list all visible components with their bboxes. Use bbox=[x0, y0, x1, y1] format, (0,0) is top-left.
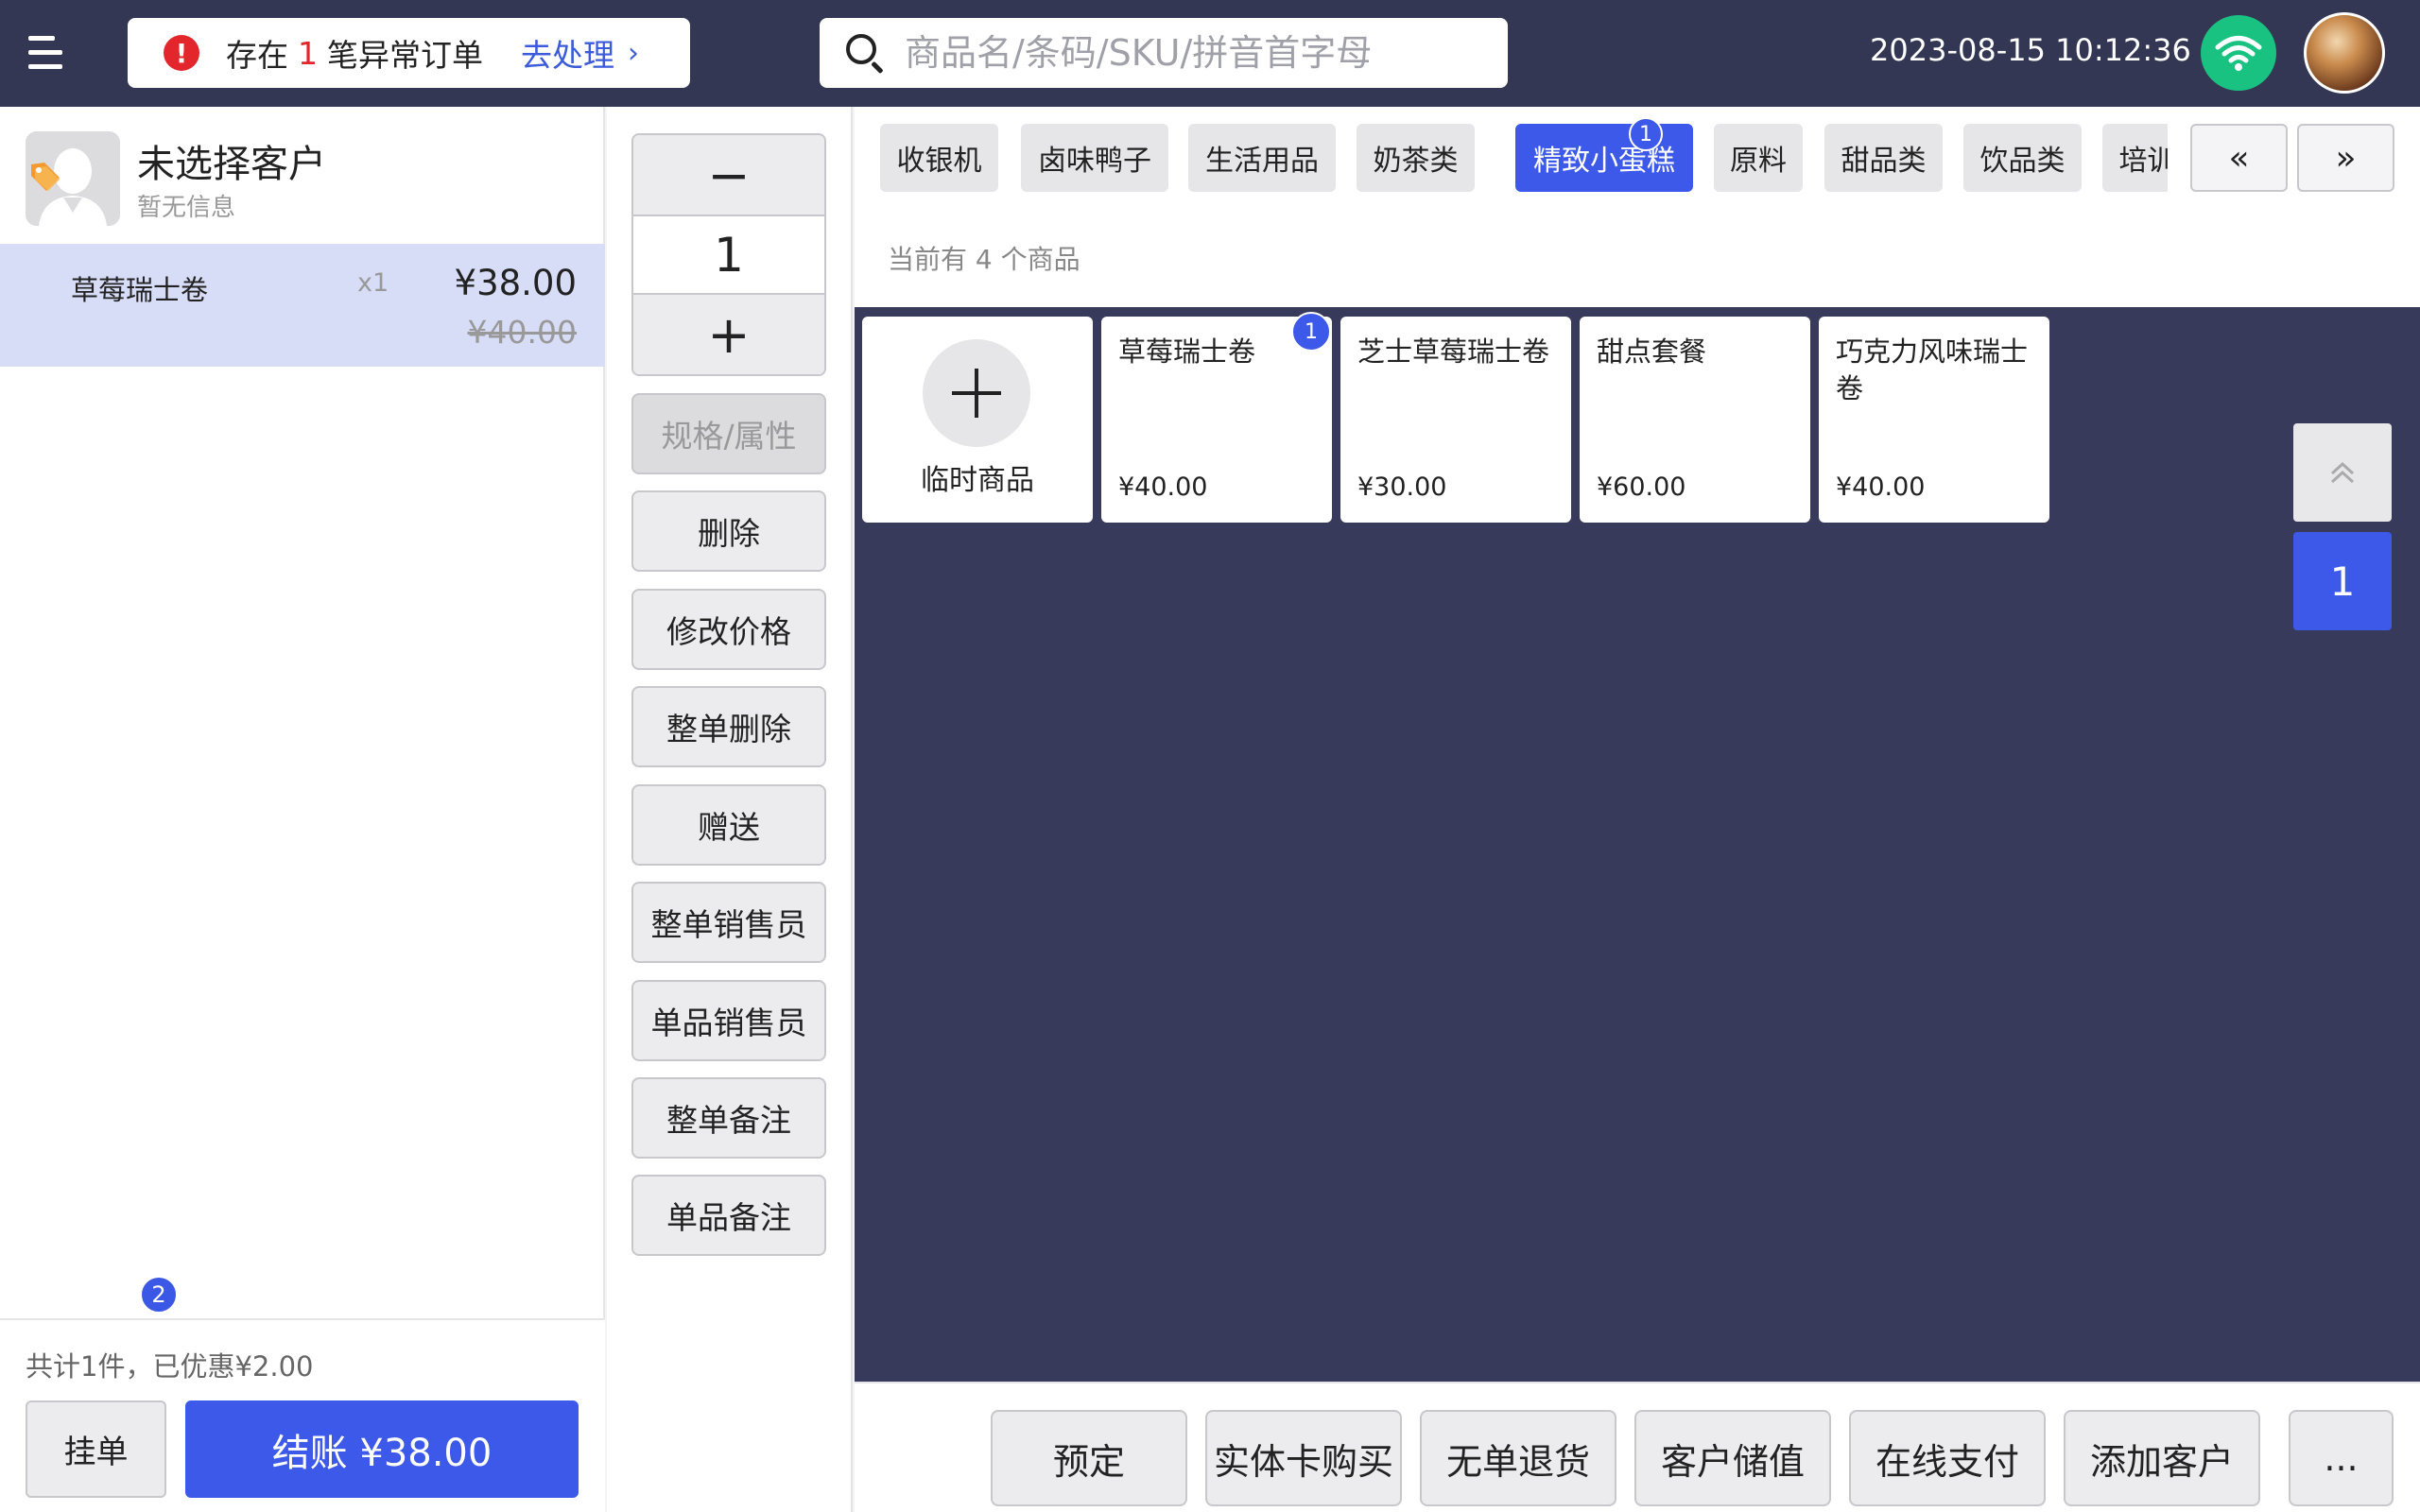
plus-icon bbox=[923, 339, 1030, 447]
hold-count-badge: 2 bbox=[140, 1276, 178, 1314]
spec-attribute-button[interactable]: 规格/属性 bbox=[631, 393, 826, 474]
handle-orders-label: 去处理 bbox=[521, 37, 614, 74]
product-card[interactable]: 甜点套餐 ¥60.00 bbox=[1580, 317, 1810, 523]
category-tab[interactable]: 培训类 bbox=[2102, 124, 2168, 192]
quantity-value: 1 bbox=[633, 215, 824, 295]
cart-panel: 未选择客户 暂无信息 草莓瑞士卷 x1 ¥38.00 ¥40.00 共计1件，已… bbox=[0, 107, 605, 1512]
category-next-button[interactable]: » bbox=[2297, 124, 2394, 192]
alert-count: 1 bbox=[298, 34, 318, 72]
checkout-button[interactable]: 结账 ¥38.00 bbox=[185, 1400, 579, 1498]
chevron-right-icon: › bbox=[628, 36, 639, 70]
reserve-button[interactable]: 预定 bbox=[991, 1410, 1187, 1506]
product-price: ¥40.00 bbox=[1118, 472, 1208, 502]
product-card[interactable]: 芝士草莓瑞士卷 ¥30.00 bbox=[1340, 317, 1571, 523]
product-name: 芝士草莓瑞士卷 bbox=[1357, 335, 1550, 368]
hold-order-button[interactable]: 挂单 bbox=[26, 1400, 166, 1498]
temporary-product-label: 临时商品 bbox=[921, 464, 1034, 497]
category-list: 收银机 卤味鸭子 生活用品 奶茶类 精致小蛋糕 原料 甜品类 饮品类 培训类 bbox=[875, 124, 2168, 194]
gift-button[interactable]: 赠送 bbox=[631, 784, 826, 866]
item-salesperson-button[interactable]: 单品销售员 bbox=[631, 980, 826, 1061]
category-tab[interactable]: 奶茶类 bbox=[1357, 124, 1475, 192]
product-card[interactable]: 巧克力风味瑞士卷 ¥40.00 bbox=[1819, 317, 2049, 523]
user-avatar[interactable] bbox=[2304, 12, 2385, 94]
customer-name: 未选择客户 bbox=[137, 143, 326, 186]
abnormal-order-alert: ! 存在 1 笔异常订单 去处理 › bbox=[128, 18, 690, 88]
temporary-product-card[interactable]: 临时商品 bbox=[862, 317, 1093, 523]
add-customer-button[interactable]: 添加客户 bbox=[2064, 1410, 2260, 1506]
double-chevron-up-icon bbox=[2330, 461, 2355, 484]
delete-order-button[interactable]: 整单删除 bbox=[631, 686, 826, 767]
cart-item[interactable]: 草莓瑞士卷 x1 ¥38.00 ¥40.00 bbox=[0, 244, 605, 367]
product-card[interactable]: 草莓瑞士卷 ¥40.00 bbox=[1101, 317, 1332, 523]
product-quantity-badge: 1 bbox=[1291, 312, 1331, 352]
menu-icon[interactable] bbox=[21, 28, 79, 76]
online-payment-button[interactable]: 在线支付 bbox=[1849, 1410, 2046, 1506]
product-name: 甜点套餐 bbox=[1597, 335, 1707, 368]
category-tab[interactable]: 甜品类 bbox=[1824, 124, 1943, 192]
customer-info: 暂无信息 bbox=[137, 194, 236, 222]
action-column: − 1 + 规格/属性 删除 修改价格 整单删除 赠送 整单销售员 单品销售员 … bbox=[607, 107, 853, 1512]
category-badge: 1 bbox=[1629, 117, 1663, 151]
cart-item-price: ¥38.00 bbox=[454, 263, 577, 303]
order-salesperson-button[interactable]: 整单销售员 bbox=[631, 882, 826, 963]
discount-tag-icon bbox=[27, 159, 63, 195]
category-tab[interactable]: 生活用品 bbox=[1188, 124, 1336, 192]
decrease-button[interactable]: − bbox=[633, 135, 824, 215]
category-tab[interactable]: 原料 bbox=[1714, 124, 1803, 192]
handle-orders-link[interactable]: 去处理 › bbox=[521, 30, 639, 76]
cart-item-name: 草莓瑞士卷 bbox=[71, 274, 209, 306]
product-grid: 临时商品 草莓瑞士卷 ¥40.00 芝士草莓瑞士卷 ¥30.00 甜点套餐 ¥6… bbox=[855, 307, 2420, 1480]
order-note-button[interactable]: 整单备注 bbox=[631, 1077, 826, 1159]
increase-button[interactable]: + bbox=[633, 295, 824, 374]
product-area: 收银机 卤味鸭子 生活用品 奶茶类 精致小蛋糕 原料 甜品类 饮品类 培训类 «… bbox=[855, 107, 2420, 1512]
category-tab-active[interactable]: 精致小蛋糕 bbox=[1515, 124, 1693, 192]
category-tab[interactable]: 收银机 bbox=[880, 124, 998, 192]
search-input[interactable] bbox=[905, 32, 1472, 74]
delete-button[interactable]: 删除 bbox=[631, 490, 826, 572]
no-receipt-return-button[interactable]: 无单退货 bbox=[1420, 1410, 1616, 1506]
cart-summary: 共计1件，已优惠¥2.00 挂单 结账 ¥38.00 bbox=[0, 1318, 605, 1512]
current-page-button[interactable]: 1 bbox=[2293, 532, 2392, 630]
category-prev-button[interactable]: « bbox=[2190, 124, 2288, 192]
physical-card-button[interactable]: 实体卡购买 bbox=[1205, 1410, 1402, 1506]
product-count: 当前有 4 个商品 bbox=[888, 244, 1080, 275]
quantity-stepper: − 1 + bbox=[631, 133, 826, 376]
modify-price-button[interactable]: 修改价格 bbox=[631, 589, 826, 670]
product-name: 巧克力风味瑞士卷 bbox=[1836, 335, 2029, 404]
cart-item-qty: x1 bbox=[357, 268, 389, 298]
product-price: ¥60.00 bbox=[1597, 472, 1686, 502]
product-price: ¥40.00 bbox=[1836, 472, 1926, 502]
search-bar[interactable] bbox=[820, 18, 1508, 88]
datetime: 2023-08-15 10:12:36 bbox=[1870, 32, 2191, 68]
alert-text-post: 笔异常订单 bbox=[327, 37, 483, 74]
category-tab[interactable]: 卤味鸭子 bbox=[1021, 124, 1168, 192]
page-up-button[interactable] bbox=[2293, 423, 2392, 522]
top-bar: ! 存在 1 笔异常订单 去处理 › 2023-08-15 10:12:36 bbox=[0, 0, 2420, 107]
cart-item-original-price: ¥40.00 bbox=[467, 314, 577, 351]
alert-text-pre: 存在 bbox=[226, 37, 288, 74]
wifi-icon[interactable] bbox=[2201, 15, 2276, 91]
customer-selector[interactable]: 未选择客户 暂无信息 bbox=[0, 107, 605, 244]
search-icon bbox=[844, 32, 886, 75]
bottom-action-bar: 预定 实体卡购买 无单退货 客户储值 在线支付 添加客户 ... bbox=[855, 1382, 2420, 1512]
product-name: 草莓瑞士卷 bbox=[1118, 335, 1256, 368]
customer-recharge-button[interactable]: 客户储值 bbox=[1634, 1410, 1831, 1506]
item-note-button[interactable]: 单品备注 bbox=[631, 1175, 826, 1256]
more-button[interactable]: ... bbox=[2289, 1410, 2394, 1506]
category-tab[interactable]: 饮品类 bbox=[1963, 124, 2082, 192]
summary-text: 共计1件，已优惠¥2.00 bbox=[26, 1350, 314, 1383]
product-price: ¥30.00 bbox=[1357, 472, 1447, 502]
alert-icon: ! bbox=[164, 35, 199, 71]
